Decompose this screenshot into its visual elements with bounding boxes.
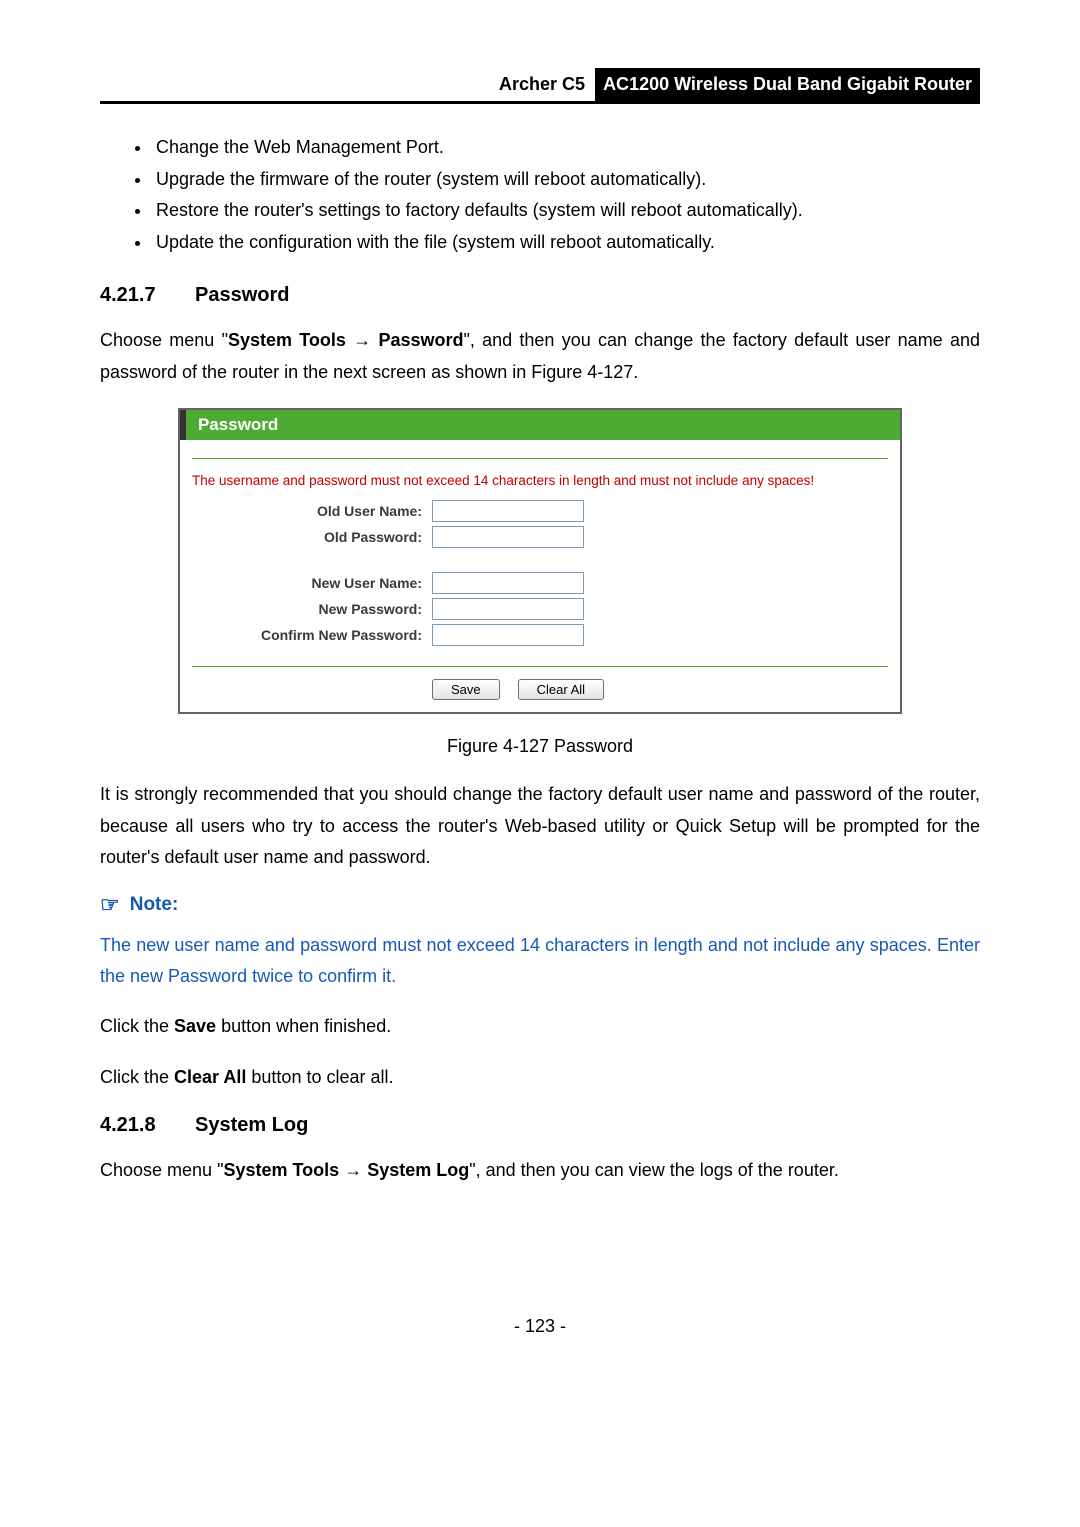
note-paragraph: The new user name and password must not … <box>100 930 980 993</box>
page-number: - 123 - <box>100 1316 980 1337</box>
list-item: Upgrade the firmware of the router (syst… <box>152 164 980 196</box>
save-instruction: Click the Save button when finished. <box>100 1011 980 1043</box>
bullet-list: Change the Web Management Port. Upgrade … <box>100 132 980 258</box>
list-item: Change the Web Management Port. <box>152 132 980 164</box>
figure-caption: Figure 4-127 Password <box>100 736 980 757</box>
router-ui-panel: Password The username and password must … <box>178 408 902 714</box>
section-title: Password <box>195 284 289 306</box>
new-password-input[interactable] <box>432 598 584 620</box>
pointer-icon: ☞ <box>100 894 120 916</box>
old-password-input[interactable] <box>432 526 584 548</box>
new-password-label: New Password: <box>192 601 432 617</box>
confirm-password-label: Confirm New Password: <box>192 627 432 643</box>
section-number: 4.21.8 <box>100 1114 195 1137</box>
old-username-label: Old User Name: <box>192 503 432 519</box>
new-username-input[interactable] <box>432 572 584 594</box>
new-username-label: New User Name: <box>192 575 432 591</box>
list-item: Update the configuration with the file (… <box>152 227 980 259</box>
old-username-input[interactable] <box>432 500 584 522</box>
panel-title: Password <box>180 410 900 440</box>
note-label: Note: <box>130 894 179 916</box>
save-button[interactable]: Save <box>432 679 500 700</box>
note-heading: ☞ Note: <box>100 894 980 916</box>
section-number: 4.21.7 <box>100 284 195 307</box>
section-title: System Log <box>195 1114 308 1136</box>
systemlog-intro: Choose menu "System Tools → System Log",… <box>100 1155 980 1187</box>
model-name: Archer C5 <box>499 68 595 101</box>
clear-all-button[interactable]: Clear All <box>518 679 604 700</box>
panel-button-row: Save Clear All <box>192 666 888 712</box>
password-intro: Choose menu "System Tools → Password", a… <box>100 325 980 388</box>
recommendation-paragraph: It is strongly recommended that you shou… <box>100 779 980 874</box>
section-heading-systemlog: 4.21.8System Log <box>100 1114 980 1137</box>
panel-warning: The username and password must not excee… <box>180 459 900 498</box>
doc-header: Archer C5 AC1200 Wireless Dual Band Giga… <box>100 68 980 104</box>
section-heading-password: 4.21.7Password <box>100 284 980 307</box>
list-item: Restore the router's settings to factory… <box>152 195 980 227</box>
clear-instruction: Click the Clear All button to clear all. <box>100 1062 980 1094</box>
product-name: AC1200 Wireless Dual Band Gigabit Router <box>595 68 980 101</box>
old-password-label: Old Password: <box>192 529 432 545</box>
confirm-password-input[interactable] <box>432 624 584 646</box>
figure-password: Password The username and password must … <box>100 408 980 714</box>
